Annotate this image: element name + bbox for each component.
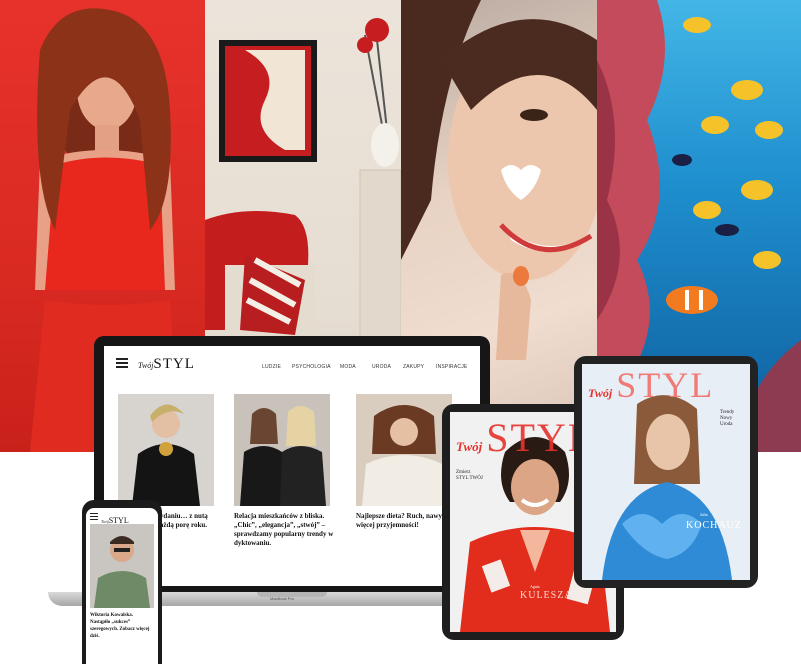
article-title-3[interactable]: Najlepsze dieta? Ruch, nawyki i więcej p…: [356, 512, 456, 530]
laptop-base-label: MacBook Pro: [270, 596, 295, 601]
article-title-2[interactable]: Relacja mieszkańców z bliska. „Chic”, „e…: [234, 512, 334, 548]
menu-icon[interactable]: [116, 358, 128, 368]
nav-link-inspiracje[interactable]: INSPIRACJE: [436, 364, 467, 370]
article-illustration-3: [362, 405, 446, 506]
nav-link-psychologia[interactable]: PSYCHOLOGIA: [292, 364, 331, 370]
tablet-back-logo-main: STYL: [616, 365, 715, 405]
tablet-front-cover-first: Agata: [530, 584, 540, 589]
tablet-back-cover-name: KOCHAUZ: [686, 520, 742, 531]
phone-article-image[interactable]: [90, 524, 154, 608]
article-illustration-1: [132, 404, 200, 506]
site-logo[interactable]: TwójSTYL: [138, 355, 195, 373]
phone-menu-icon[interactable]: [90, 513, 98, 520]
article-illustration-2: [240, 406, 326, 506]
tablet-back-cover-first: Julia: [700, 512, 708, 517]
tablet-back-side-text: Trendy Nowy Uroda: [720, 410, 748, 428]
tablet-front-side-text: Zmierz STYL TWÓJ: [456, 470, 492, 482]
nav-link-uroda[interactable]: URODA: [372, 364, 391, 370]
tablet-back-side-line: Uroda: [720, 422, 733, 427]
logo-main: STYL: [153, 356, 195, 372]
tablet-front-cover-name: KULESZA: [520, 590, 573, 601]
nav-link-moda[interactable]: MODA: [340, 364, 356, 370]
tablet-front-logo-prefix: Twój: [456, 439, 483, 454]
article-image-1[interactable]: [118, 394, 214, 506]
logo-prefix: Twój: [138, 361, 154, 370]
phone-article-title[interactable]: Wiktoria Kowalska. Nastąpiło „sukces” sz…: [90, 612, 154, 640]
tablet-back-logo-prefix: Twój: [588, 386, 613, 400]
tablet-back-logo: Twój STYL: [588, 364, 714, 406]
nav-link-ludzie[interactable]: LUDZIE: [262, 364, 281, 370]
nav-link-zakupy[interactable]: ZAKUPY: [403, 364, 424, 370]
tablet-front-side-line: STYL TWÓJ: [456, 476, 483, 481]
phone-article-illustration: [94, 536, 150, 608]
article-image-2[interactable]: [234, 394, 330, 506]
article-image-3[interactable]: [356, 394, 452, 506]
